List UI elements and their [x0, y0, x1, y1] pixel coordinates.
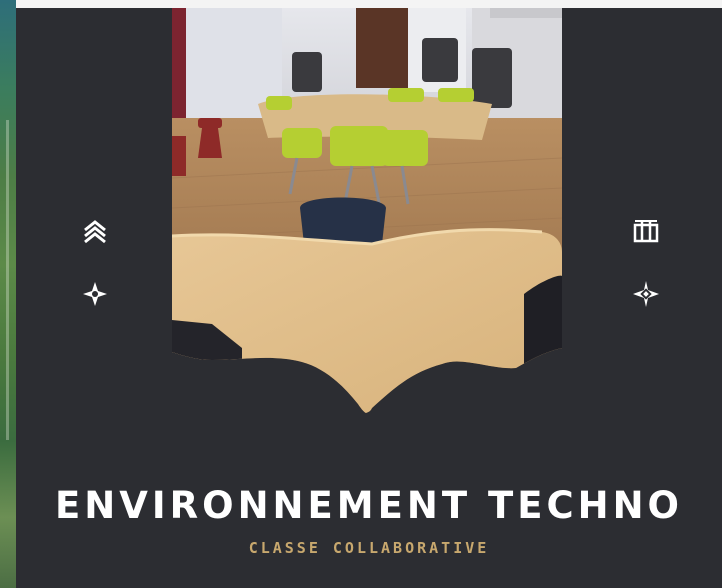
adjacent-image-edge: [0, 0, 16, 588]
columns-icon: [631, 215, 661, 245]
poster-title: ENVIRONNEMENT TECHNO: [54, 484, 684, 527]
chevron-stack-icon: [80, 215, 110, 245]
poster-subtitle: CLASSE COLLABORATIVE: [248, 539, 490, 557]
poster-card: ENVIRONNEMENT TECHNO CLASSE COLLABORATIV…: [16, 8, 722, 588]
screenshot: ENVIRONNEMENT TECHNO CLASSE COLLABORATIV…: [0, 0, 722, 588]
diamond-star-icon: [631, 279, 661, 309]
top-margin: [16, 0, 722, 8]
classroom-photo: [172, 8, 562, 413]
compass-star-icon: [80, 279, 110, 309]
